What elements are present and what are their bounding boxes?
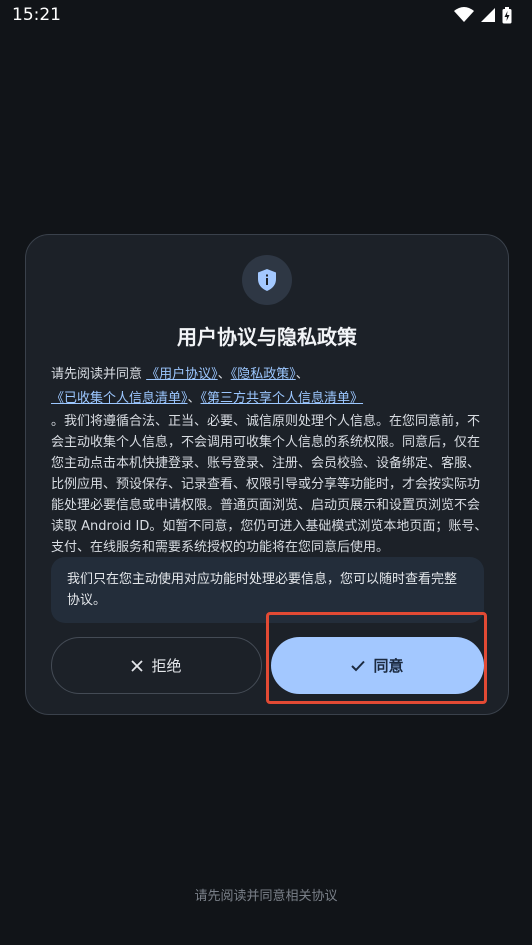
status-icons	[454, 6, 512, 24]
separator: 、	[187, 391, 201, 406]
shield-info-icon	[242, 255, 292, 305]
footer-hint: 请先阅读并同意相关协议	[194, 889, 338, 904]
reject-button[interactable]: 拒绝	[51, 637, 262, 694]
separator: 、	[217, 367, 231, 382]
agreement-links: 请先阅读并同意 《用户协议》、《隐私政策》、 《已收集个人信息清单》、《第三方共…	[51, 363, 491, 411]
intro-prefix: 请先阅读并同意	[51, 367, 143, 382]
separator: 、	[295, 367, 309, 382]
info-note: 我们只在您主动使用对应功能时处理必要信息，您可以随时查看完整协议。	[51, 557, 484, 623]
link-third-party-share-list[interactable]: 《第三方共享个人信息清单》	[201, 391, 364, 406]
dialog-body: 。我们将遵循合法、正当、必要、诚信原则处理个人信息。在您同意前，不会主动收集个人…	[51, 414, 488, 555]
agree-label: 同意	[373, 657, 404, 675]
close-icon	[131, 659, 144, 672]
status-time: 15:21	[12, 5, 61, 25]
dialog-title: 用户协议与隐私政策	[177, 325, 357, 349]
status-bar: 15:21	[0, 0, 532, 30]
link-privacy-policy[interactable]: 《隐私政策》	[231, 367, 296, 382]
agree-button[interactable]: 同意	[271, 637, 484, 694]
privacy-dialog: 用户协议与隐私政策 请先阅读并同意 《用户协议》、《隐私政策》、 《已收集个人信…	[25, 234, 509, 715]
signal-icon	[481, 8, 495, 22]
link-collected-info-list[interactable]: 《已收集个人信息清单》	[51, 391, 188, 406]
wifi-icon	[454, 7, 474, 22]
link-user-agreement[interactable]: 《用户协议》	[146, 367, 218, 382]
reject-label: 拒绝	[151, 657, 182, 675]
check-icon	[351, 660, 366, 671]
battery-charging-icon	[502, 6, 512, 23]
